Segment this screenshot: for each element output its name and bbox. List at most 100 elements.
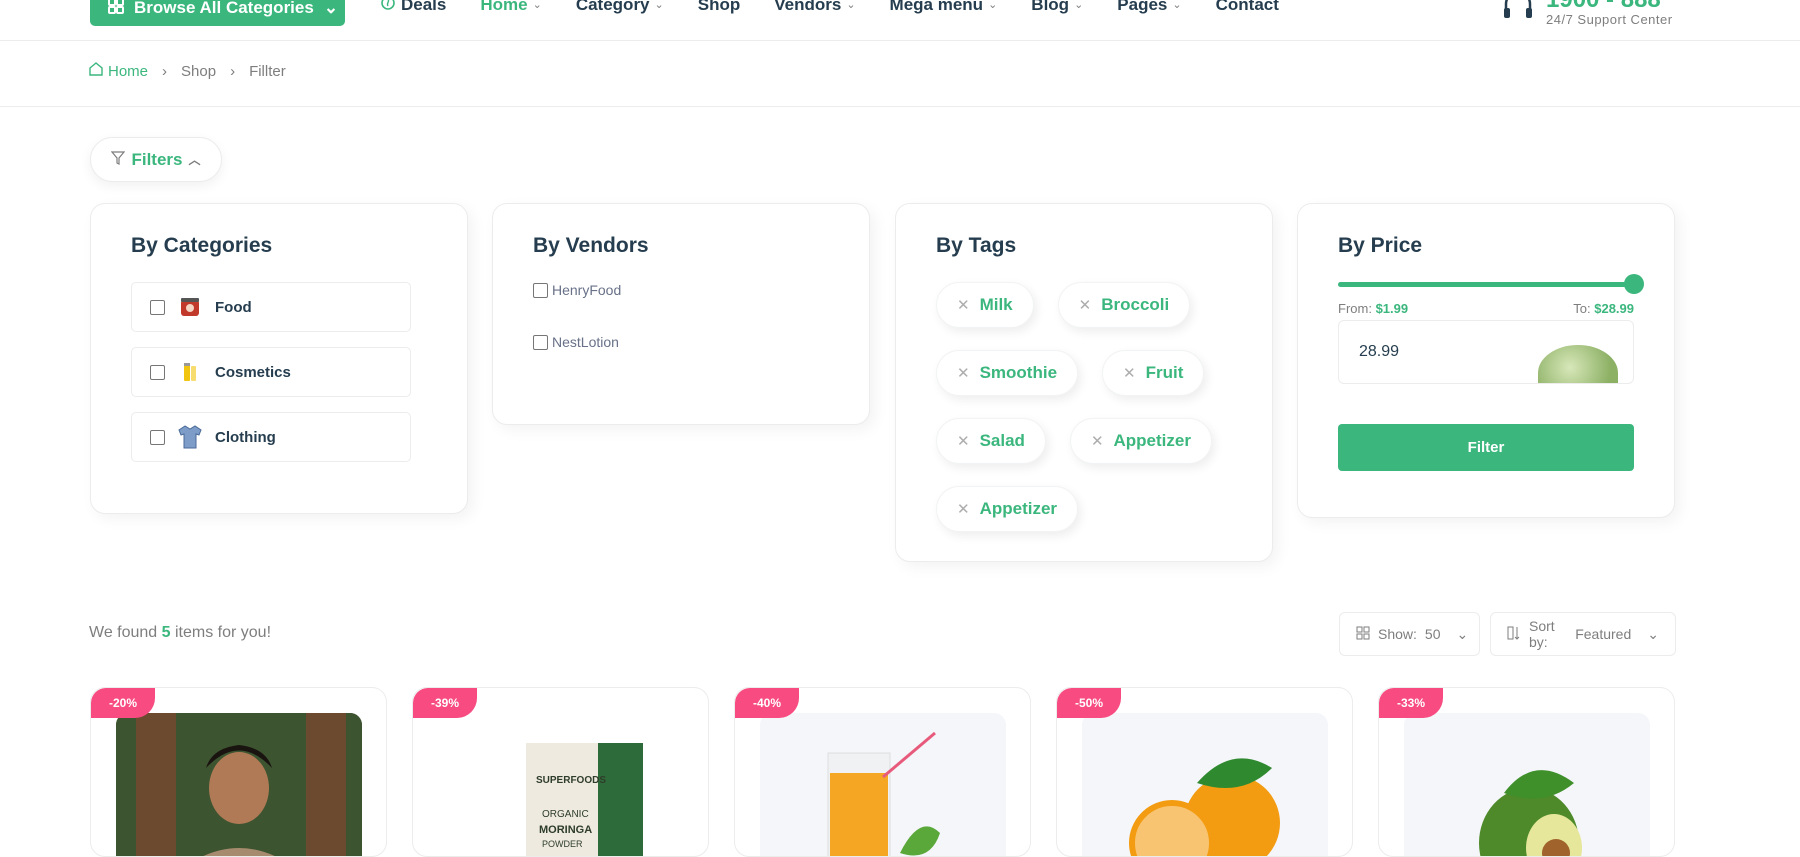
chevron-down-icon: ⌄ [1647, 625, 1659, 642]
chevron-down-icon: ⌄ [1172, 0, 1182, 11]
tag-label: Broccoli [1101, 295, 1170, 314]
category-option-food[interactable]: Food [131, 282, 411, 332]
close-icon[interactable]: ✕ [1091, 432, 1104, 450]
nav-item-vendors[interactable]: Vendors ⌄ [774, 0, 855, 15]
discount-badge: -40% [735, 688, 800, 718]
vendor-option-nestlotion[interactable]: NestLotion [533, 334, 829, 350]
nav-item-label: Mega menu [889, 0, 984, 14]
nav-item-home[interactable]: Home ⌄ [480, 0, 541, 15]
category-label: Food [215, 298, 252, 316]
nav-item-label: Deals [401, 0, 447, 14]
browse-categories-button[interactable]: Browse All Categories ⌄ [90, 0, 345, 26]
category-label: Cosmetics [215, 363, 291, 381]
close-icon[interactable]: ✕ [957, 432, 970, 450]
nav-item-label: Home [480, 0, 528, 14]
tag-appetizer[interactable]: ✕ Appetizer [936, 486, 1079, 532]
nav-item-deals[interactable]: Deals [380, 0, 446, 15]
breadcrumb-separator: › [162, 62, 168, 80]
card-title: By Price [1338, 234, 1423, 257]
tag-list: ✕ Milk ✕ Broccoli ✕ Smoothie ✕ Fruit ✕ Salad … [936, 282, 1216, 532]
card-title: By Tags [936, 234, 1017, 257]
grid-icon [108, 0, 124, 19]
discount-badge: -39% [413, 688, 478, 718]
price-input[interactable]: 28.99 [1338, 320, 1634, 384]
tags-filter-card: By Tags ✕ Milk ✕ Broccoli ✕ Smoothie ✕ Fruit… [895, 203, 1273, 562]
nav-item-label: Vendors [774, 0, 842, 14]
nav-item-category[interactable]: Category ⌄ [576, 0, 664, 15]
shirt-icon [175, 422, 205, 452]
discount-badge: -50% [1057, 688, 1122, 718]
nav-menu: Deals Home ⌄ Category ⌄ Shop Vendors ⌄ M… [380, 0, 1279, 15]
price-from-label: From: [1338, 301, 1372, 316]
breadcrumb-shop[interactable]: Shop [181, 63, 216, 80]
product-card[interactable]: -33% [1378, 687, 1675, 857]
show-value: 50 [1424, 626, 1441, 642]
vendor-checkbox[interactable] [533, 334, 548, 350]
price-filter-card: By Price From: $1.99 To: $28.99 28.99 Fi… [1297, 203, 1675, 518]
breadcrumb-home[interactable]: Home [89, 62, 148, 80]
slider-handle[interactable] [1624, 274, 1644, 294]
tag-smoothie[interactable]: ✕ Smoothie [936, 350, 1079, 396]
support-label: 24/7 Support Center [1546, 12, 1673, 27]
moringa-powder-bag-image: SUPERFOODS ORGANIC MORINGA POWDER [438, 713, 684, 856]
cosmetics-tube-icon [175, 357, 205, 387]
category-checkbox[interactable] [150, 429, 165, 445]
close-icon[interactable]: ✕ [957, 296, 970, 314]
filters-label: Filters [131, 149, 183, 169]
category-label: Clothing [215, 428, 276, 446]
product-card[interactable]: -50% [1056, 687, 1353, 857]
product-grid: -20% SUPERFOODS ORGANIC MORINGA POWDER -39%… [90, 687, 1675, 857]
price-to-value: $28.99 [1594, 301, 1634, 316]
category-option-cosmetics[interactable]: Cosmetics [131, 347, 411, 397]
vendor-checkbox[interactable] [533, 282, 548, 298]
product-card[interactable]: -20% [90, 687, 387, 857]
tag-label: Appetizer [1113, 431, 1191, 450]
food-jar-icon [175, 292, 205, 322]
close-icon[interactable]: ✕ [957, 364, 970, 382]
category-option-clothing[interactable]: Clothing [131, 412, 411, 462]
filters-toggle-button[interactable]: Filters ︿ [90, 137, 222, 182]
tag-milk[interactable]: ✕ Milk [936, 282, 1034, 328]
close-icon[interactable]: ✕ [1079, 296, 1092, 314]
results-number: 5 [161, 624, 171, 641]
nav-item-blog[interactable]: Blog ⌄ [1031, 0, 1083, 15]
tag-salad[interactable]: ✕ Salad [936, 418, 1046, 464]
vendor-label: HenryFood [552, 282, 622, 298]
vendor-option-henryfood[interactable]: HenryFood [533, 282, 829, 298]
nav-item-mega-menu[interactable]: Mega menu ⌄ [890, 0, 998, 15]
nav-item-shop[interactable]: Shop [698, 0, 741, 15]
price-from-value: $1.99 [1375, 301, 1409, 316]
svg-text:SUPERFOODS: SUPERFOODS [536, 775, 606, 786]
show-count-select[interactable]: Show: 50 ⌄ [1339, 612, 1480, 656]
vendor-label: NestLotion [552, 334, 619, 350]
tag-broccoli[interactable]: ✕ Broccoli [1057, 282, 1191, 328]
sort-select[interactable]: Sort by: Featured ⌄ [1490, 612, 1676, 656]
nav-item-label: Category [575, 0, 650, 14]
card-title: By Vendors [533, 234, 649, 257]
tag-label: Smoothie [979, 363, 1058, 382]
product-card[interactable]: -40% [734, 687, 1031, 857]
chevron-down-icon: ⌄ [323, 0, 339, 17]
headset-icon [1500, 0, 1536, 29]
tag-appetizer[interactable]: ✕ Appetizer [1069, 418, 1212, 464]
product-card[interactable]: SUPERFOODS ORGANIC MORINGA POWDER -39% [412, 687, 709, 857]
category-checkbox[interactable] [150, 299, 165, 315]
category-checkbox[interactable] [150, 364, 165, 380]
price-range-slider[interactable] [1338, 274, 1644, 294]
support-center[interactable]: 1900 - 888 24/7 Support Center [1500, 0, 1673, 29]
price-from: From: $1.99 [1338, 301, 1408, 316]
funnel-icon [111, 150, 126, 170]
nav-item-contact[interactable]: Contact [1216, 0, 1279, 15]
vendors-filter-card: By Vendors HenryFood NestLotion [492, 203, 870, 425]
tag-fruit[interactable]: ✕ Fruit [1102, 350, 1205, 396]
close-icon[interactable]: ✕ [957, 500, 970, 518]
nav-item-pages[interactable]: Pages ⌄ [1117, 0, 1181, 15]
filter-button[interactable]: Filter [1338, 424, 1634, 471]
grid-icon [1356, 626, 1370, 643]
close-icon[interactable]: ✕ [1123, 364, 1136, 382]
chevron-down-icon: ⌄ [1074, 0, 1084, 11]
orange-juice-glass-image [760, 713, 1006, 856]
sort-label: Sort by: [1529, 618, 1555, 650]
main-navbar: Browse All Categories ⌄ Deals Home ⌄ Cat… [0, 0, 1800, 41]
home-icon [89, 62, 103, 80]
